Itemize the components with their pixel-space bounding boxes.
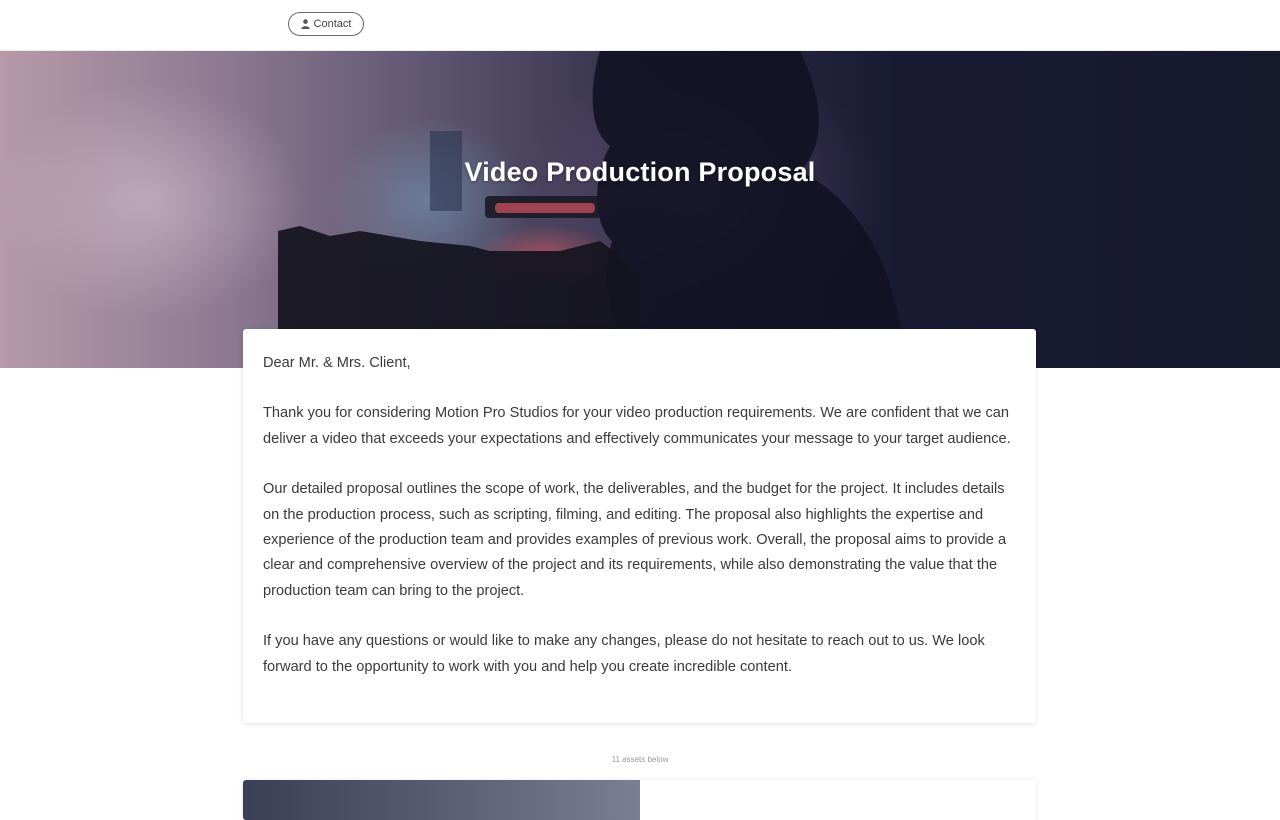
contact-button-label: Contact <box>313 18 352 30</box>
letter-greeting: Dear Mr. & Mrs. Client, <box>263 355 411 371</box>
contact-button[interactable]: Contact <box>288 12 364 36</box>
letter-paragraph: If you have any questions or would like … <box>263 633 985 675</box>
letter-card: Dear Mr. & Mrs. Client, Thank you for co… <box>243 329 1036 723</box>
camera-operator-silhouette <box>278 51 905 368</box>
top-bar: Contact <box>0 0 1280 51</box>
letter-paragraph: Thank you for considering Motion Pro Stu… <box>263 405 1011 447</box>
assets-count-note: 11 assets below <box>611 755 669 764</box>
letter-paragraph: Our detailed proposal outlines the scope… <box>263 481 1007 599</box>
user-icon <box>300 19 310 29</box>
hero-title: Video Production Proposal <box>464 157 816 187</box>
asset-thumbnail[interactable] <box>243 780 640 820</box>
hero-banner: Video Production Proposal <box>0 51 1280 368</box>
asset-card[interactable] <box>243 780 1036 820</box>
